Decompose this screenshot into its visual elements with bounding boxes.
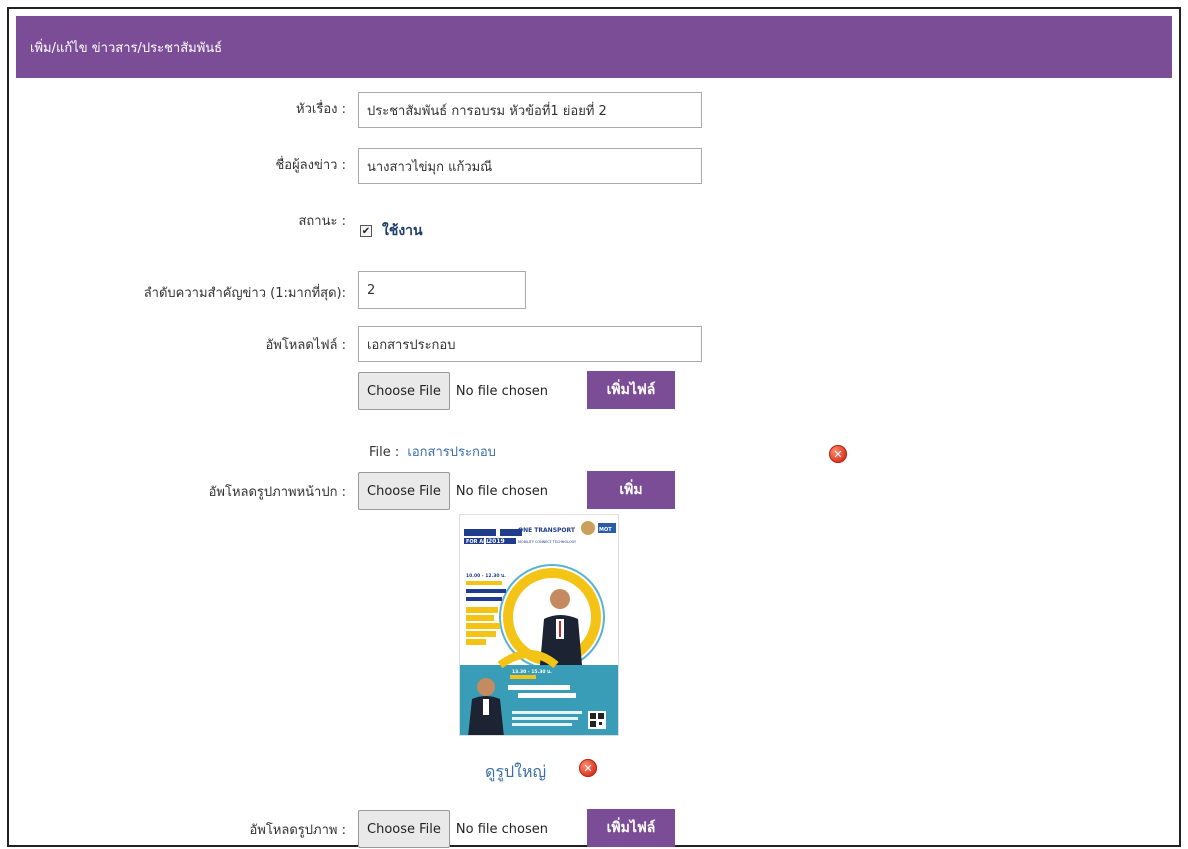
title-label: หัวเรื่อง : — [296, 102, 346, 117]
cover-file-chooser[interactable]: Choose File No file chosen — [358, 471, 548, 511]
panel-header: เพิ่ม/แก้ไข ข่าวสาร/ประชาสัมพันธ์ — [16, 16, 1172, 78]
poster-mot: MOT — [599, 527, 612, 533]
upload-file-chooser[interactable]: Choose File No file chosen — [358, 371, 548, 411]
priority-input[interactable] — [358, 271, 526, 309]
poster-year: 2019 — [488, 538, 505, 545]
image-label: อัพโหลดรูปภาพ : — [249, 823, 346, 838]
author-label: ชื่อผู้ลงข่าว : — [275, 158, 346, 173]
status-label: สถานะ : — [298, 214, 347, 229]
poster-badge: FOR ALL — [466, 539, 490, 545]
poster-time2: 13.30 - 15.30 น. — [512, 669, 552, 675]
upload-file-name-input[interactable] — [358, 326, 702, 362]
add-image-button[interactable]: เพิ่มไฟล์ — [587, 809, 675, 847]
status-checkbox[interactable]: ✔ — [360, 225, 372, 237]
add-cover-button[interactable]: เพิ่ม — [587, 471, 675, 509]
poster-graphic: ONE TRANSPORT FOR ALL 2019 MOBILITY CONN… — [460, 515, 618, 735]
image-file-chooser[interactable]: Choose File No file chosen — [358, 809, 548, 849]
choose-image-button[interactable]: Choose File — [358, 810, 450, 848]
poster-time1: 10.00 - 12.30 น. — [466, 573, 506, 579]
file-prefix: File : — [369, 445, 400, 460]
poster-top-text: ONE TRANSPORT — [518, 527, 576, 534]
upload-file-label: อัพโหลดไฟล์ : — [265, 338, 346, 353]
title-input[interactable] — [358, 92, 702, 128]
cover-image-preview[interactable]: ONE TRANSPORT FOR ALL 2019 MOBILITY CONN… — [459, 514, 619, 736]
view-large-link[interactable]: ดูรูปใหญ่ — [485, 760, 546, 785]
cover-no-file-chosen: No file chosen — [455, 483, 548, 499]
status-checkbox-label[interactable]: ใช้งาน — [382, 220, 423, 242]
status-checkbox-group[interactable]: ✔ ใช้งาน — [360, 220, 423, 242]
delete-file-icon[interactable]: ✕ — [829, 445, 847, 463]
cover-label: อัพโหลดรูปภาพหน้าปก : — [208, 485, 346, 500]
choose-file-button[interactable]: Choose File — [358, 372, 450, 410]
priority-label: ลำดับความสำคัญข่าว (1:มากที่สุด): — [143, 286, 346, 301]
choose-cover-button[interactable]: Choose File — [358, 472, 450, 510]
image-no-file-chosen: No file chosen — [455, 821, 548, 837]
delete-cover-icon[interactable]: ✕ — [579, 759, 597, 777]
panel-title: เพิ่ม/แก้ไข ข่าวสาร/ประชาสัมพันธ์ — [30, 40, 223, 56]
no-file-chosen-text: No file chosen — [455, 383, 548, 399]
poster-subtitle: MOBILITY CONNECT TECHNOLOGY — [518, 540, 577, 544]
file-link[interactable]: เอกสารประกอบ — [407, 445, 496, 460]
author-input[interactable] — [358, 148, 702, 184]
existing-file-row: File : เอกสารประกอบ — [369, 441, 496, 462]
add-file-button[interactable]: เพิ่มไฟล์ — [587, 371, 675, 409]
